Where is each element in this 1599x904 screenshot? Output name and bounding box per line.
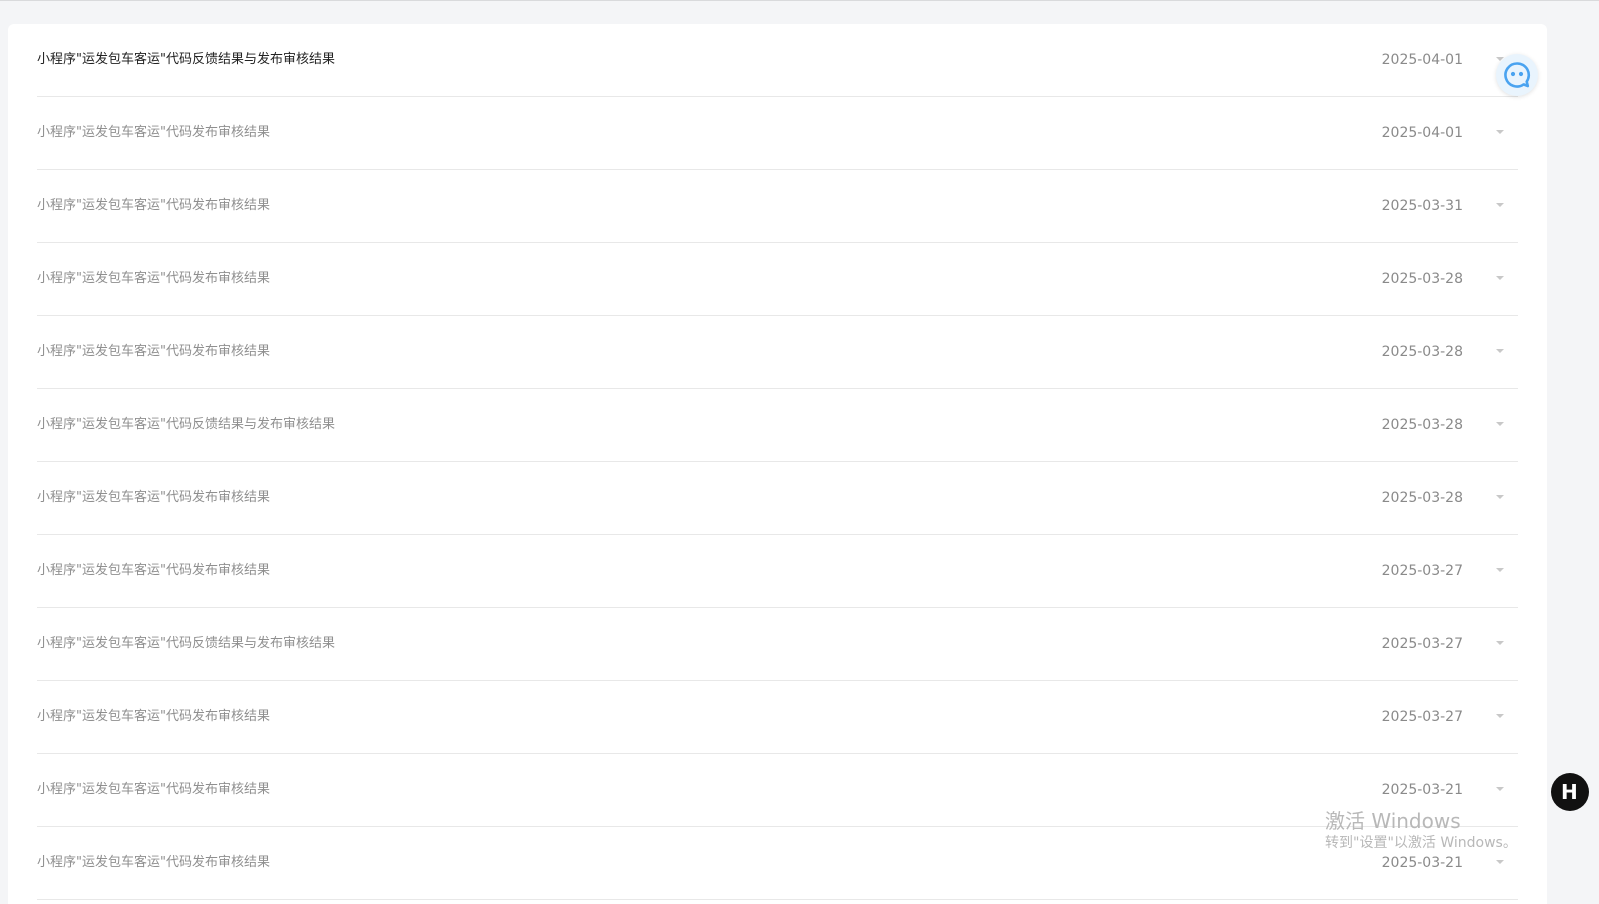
message-date: 2025-03-28	[1381, 490, 1463, 506]
chevron-down-icon[interactable]	[1496, 787, 1504, 791]
chevron-down-icon[interactable]	[1496, 203, 1504, 207]
message-title[interactable]: 小程序"运发包车客运"代码发布审核结果	[37, 782, 270, 798]
message-date: 2025-03-31	[1381, 198, 1463, 214]
message-row[interactable]: 小程序"运发包车客运"代码反馈结果与发布审核结果 2025-03-27	[37, 608, 1518, 681]
message-date: 2025-03-28	[1381, 271, 1463, 287]
side-floating-widget[interactable]: H	[1551, 773, 1589, 811]
customer-service-button[interactable]	[1496, 54, 1538, 96]
message-row[interactable]: 小程序"运发包车客运"代码发布审核结果 2025-03-27	[37, 681, 1518, 754]
message-title[interactable]: 小程序"运发包车客运"代码发布审核结果	[37, 344, 270, 360]
chat-bubble-icon	[1504, 62, 1531, 88]
message-row[interactable]: 小程序"运发包车客运"代码发布审核结果 2025-03-28	[37, 316, 1518, 389]
message-row[interactable]: 小程序"运发包车客运"代码发布审核结果 2025-03-27	[37, 535, 1518, 608]
chevron-down-icon[interactable]	[1496, 349, 1504, 353]
message-row[interactable]: 小程序"运发包车客运"代码发布审核结果 2025-03-21	[37, 827, 1518, 900]
chevron-down-icon[interactable]	[1496, 495, 1504, 499]
message-date: 2025-04-01	[1381, 125, 1463, 141]
message-title[interactable]: 小程序"运发包车客运"代码发布审核结果	[37, 709, 270, 725]
message-row[interactable]: 小程序"运发包车客运"代码发布审核结果 2025-04-01	[37, 97, 1518, 170]
chevron-down-icon[interactable]	[1496, 276, 1504, 280]
message-row[interactable]: 小程序"运发包车客运"代码发布审核结果 2025-03-31	[37, 170, 1518, 243]
chevron-down-icon[interactable]	[1496, 641, 1504, 645]
message-title[interactable]: 小程序"运发包车客运"代码反馈结果与发布审核结果	[37, 52, 335, 68]
message-title[interactable]: 小程序"运发包车客运"代码发布审核结果	[37, 125, 270, 141]
chevron-down-icon[interactable]	[1496, 130, 1504, 134]
message-title[interactable]: 小程序"运发包车客运"代码反馈结果与发布审核结果	[37, 417, 335, 433]
message-list-panel: 小程序"运发包车客运"代码反馈结果与发布审核结果 2025-04-01 小程序"运发…	[8, 24, 1547, 904]
message-row[interactable]: 小程序"运发包车客运"代码反馈结果与发布审核结果 2025-04-01	[37, 24, 1518, 97]
message-row[interactable]: 小程序"运发包车客运"代码发布审核结果 2025-03-21	[37, 754, 1518, 827]
message-title[interactable]: 小程序"运发包车客运"代码发布审核结果	[37, 490, 270, 506]
message-date: 2025-04-01	[1381, 52, 1463, 68]
message-row[interactable]: 小程序"运发包车客运"代码发布审核结果 2025-03-28	[37, 462, 1518, 535]
message-date: 2025-03-27	[1381, 563, 1463, 579]
message-date: 2025-03-28	[1381, 344, 1463, 360]
message-title[interactable]: 小程序"运发包车客运"代码发布审核结果	[37, 855, 270, 871]
chevron-down-icon[interactable]	[1496, 714, 1504, 718]
chevron-down-icon[interactable]	[1496, 860, 1504, 864]
chevron-down-icon[interactable]	[1496, 422, 1504, 426]
message-title[interactable]: 小程序"运发包车客运"代码发布审核结果	[37, 198, 270, 214]
message-row[interactable]: 小程序"运发包车客运"代码发布审核结果 2025-03-28	[37, 243, 1518, 316]
top-divider	[0, 0, 1599, 1]
message-date: 2025-03-27	[1381, 709, 1463, 725]
chevron-down-icon[interactable]	[1496, 568, 1504, 572]
message-row[interactable]: 小程序"运发包车客运"代码反馈结果与发布审核结果 2025-03-28	[37, 389, 1518, 462]
message-title[interactable]: 小程序"运发包车客运"代码反馈结果与发布审核结果	[37, 636, 335, 652]
message-date: 2025-03-28	[1381, 417, 1463, 433]
message-title[interactable]: 小程序"运发包车客运"代码发布审核结果	[37, 563, 270, 579]
message-date: 2025-03-21	[1381, 782, 1463, 798]
message-date: 2025-03-27	[1381, 636, 1463, 652]
message-date: 2025-03-21	[1381, 855, 1463, 871]
message-list: 小程序"运发包车客运"代码反馈结果与发布审核结果 2025-04-01 小程序"运发…	[37, 24, 1518, 900]
message-title[interactable]: 小程序"运发包车客运"代码发布审核结果	[37, 271, 270, 287]
